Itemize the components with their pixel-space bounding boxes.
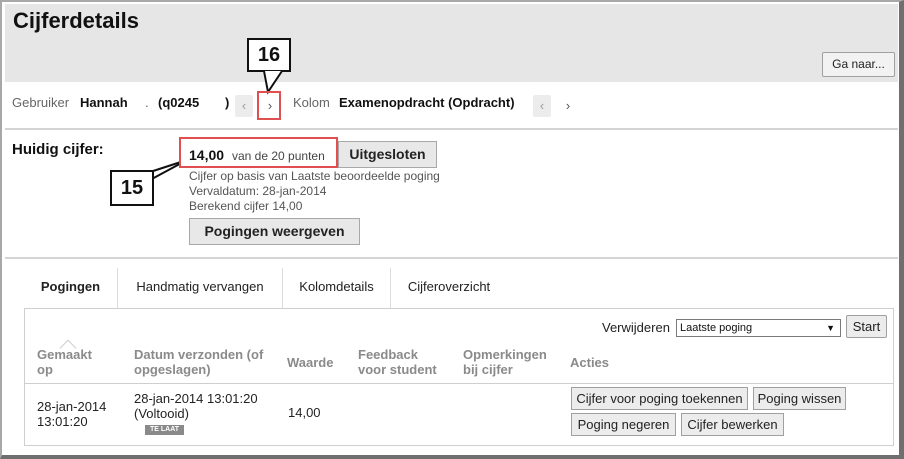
start-button[interactable]: Start [846, 315, 887, 338]
page-header: Cijferdetails Ga naar... [5, 4, 898, 82]
header-made[interactable]: Gemaakt op [37, 347, 92, 377]
cell-submitted: 28-jan-2014 13:01:20 (Voltooid) [134, 391, 258, 421]
grade-value: 14,00 [189, 147, 225, 163]
tab-attempts[interactable]: Pogingen [24, 268, 118, 308]
divider [5, 257, 898, 259]
header-value[interactable]: Waarde [287, 355, 333, 370]
due-date: Vervaldatum: 28-jan-2014 [189, 184, 327, 198]
user-id-close: ) [225, 95, 230, 110]
header-submitted[interactable]: Datum verzonden (of opgeslagen) [134, 347, 263, 377]
grade-out-of: van de 20 punten [232, 149, 325, 163]
user-label: Gebruiker [12, 95, 70, 110]
navigation-row: Gebruiker Hannah . (q0245 ) ‹ › Kolom Ex… [12, 95, 892, 117]
callout-16: 16 [247, 38, 291, 72]
header-feedback[interactable]: Feedback voor student [358, 347, 437, 377]
user-id: (q0245 [158, 95, 200, 110]
late-badge: TE LAAT [145, 425, 184, 435]
grade-attempt-button[interactable]: Cijfer voor poging toekennen [571, 387, 748, 410]
tab-column-details[interactable]: Kolomdetails [283, 268, 391, 308]
calculated-grade: Berekend cijfer 14,00 [189, 199, 303, 213]
goto-button[interactable]: Ga naar... [822, 52, 895, 77]
current-grade-label: Huidig cijfer: [12, 141, 104, 158]
divider [5, 128, 898, 130]
user-name: Hannah [80, 95, 128, 110]
chevron-down-icon: ▼ [826, 323, 835, 333]
user-dot: . [145, 95, 149, 110]
clear-attempt-button[interactable]: Poging wissen [753, 387, 846, 410]
column-label: Kolom [293, 95, 330, 110]
page-title: Cijferdetails [13, 8, 139, 33]
tab-bar: Pogingen Handmatig vervangen Kolomdetail… [24, 268, 886, 308]
edit-grade-button[interactable]: Cijfer bewerken [681, 413, 784, 436]
excluded-button[interactable]: Uitgesloten [338, 141, 437, 168]
prev-user-button[interactable]: ‹ [235, 95, 253, 117]
delete-select-value: Laatste poging [680, 322, 753, 334]
ignore-attempt-button[interactable]: Poging negeren [571, 413, 676, 436]
row-divider [25, 383, 893, 384]
show-attempts-button[interactable]: Pogingen weergeven [189, 218, 360, 245]
grade-highlight-box: 14,00 van de 20 punten [179, 137, 338, 168]
highlight-next-user [257, 91, 281, 120]
tab-manual-override[interactable]: Handmatig vervangen [118, 268, 283, 308]
attempts-panel: Verwijderen Laatste poging ▼ Start Gemaa… [24, 308, 894, 446]
next-column-button[interactable]: › [559, 95, 577, 117]
callout-15: 15 [110, 170, 154, 206]
header-notes[interactable]: Opmerkingen bij cijfer [463, 347, 547, 377]
header-actions: Acties [570, 355, 610, 370]
cell-value: 14,00 [288, 405, 321, 420]
tab-grade-history[interactable]: Cijferoverzicht [391, 268, 507, 308]
cell-made: 28-jan-2014 13:01:20 [37, 399, 107, 429]
grade-basis: Cijfer op basis van Laatste beoordeelde … [189, 169, 440, 183]
column-name: Examenopdracht (Opdracht) [339, 95, 515, 110]
prev-column-button[interactable]: ‹ [533, 95, 551, 117]
delete-select[interactable]: Laatste poging ▼ [676, 319, 841, 337]
delete-label: Verwijderen [602, 320, 670, 335]
